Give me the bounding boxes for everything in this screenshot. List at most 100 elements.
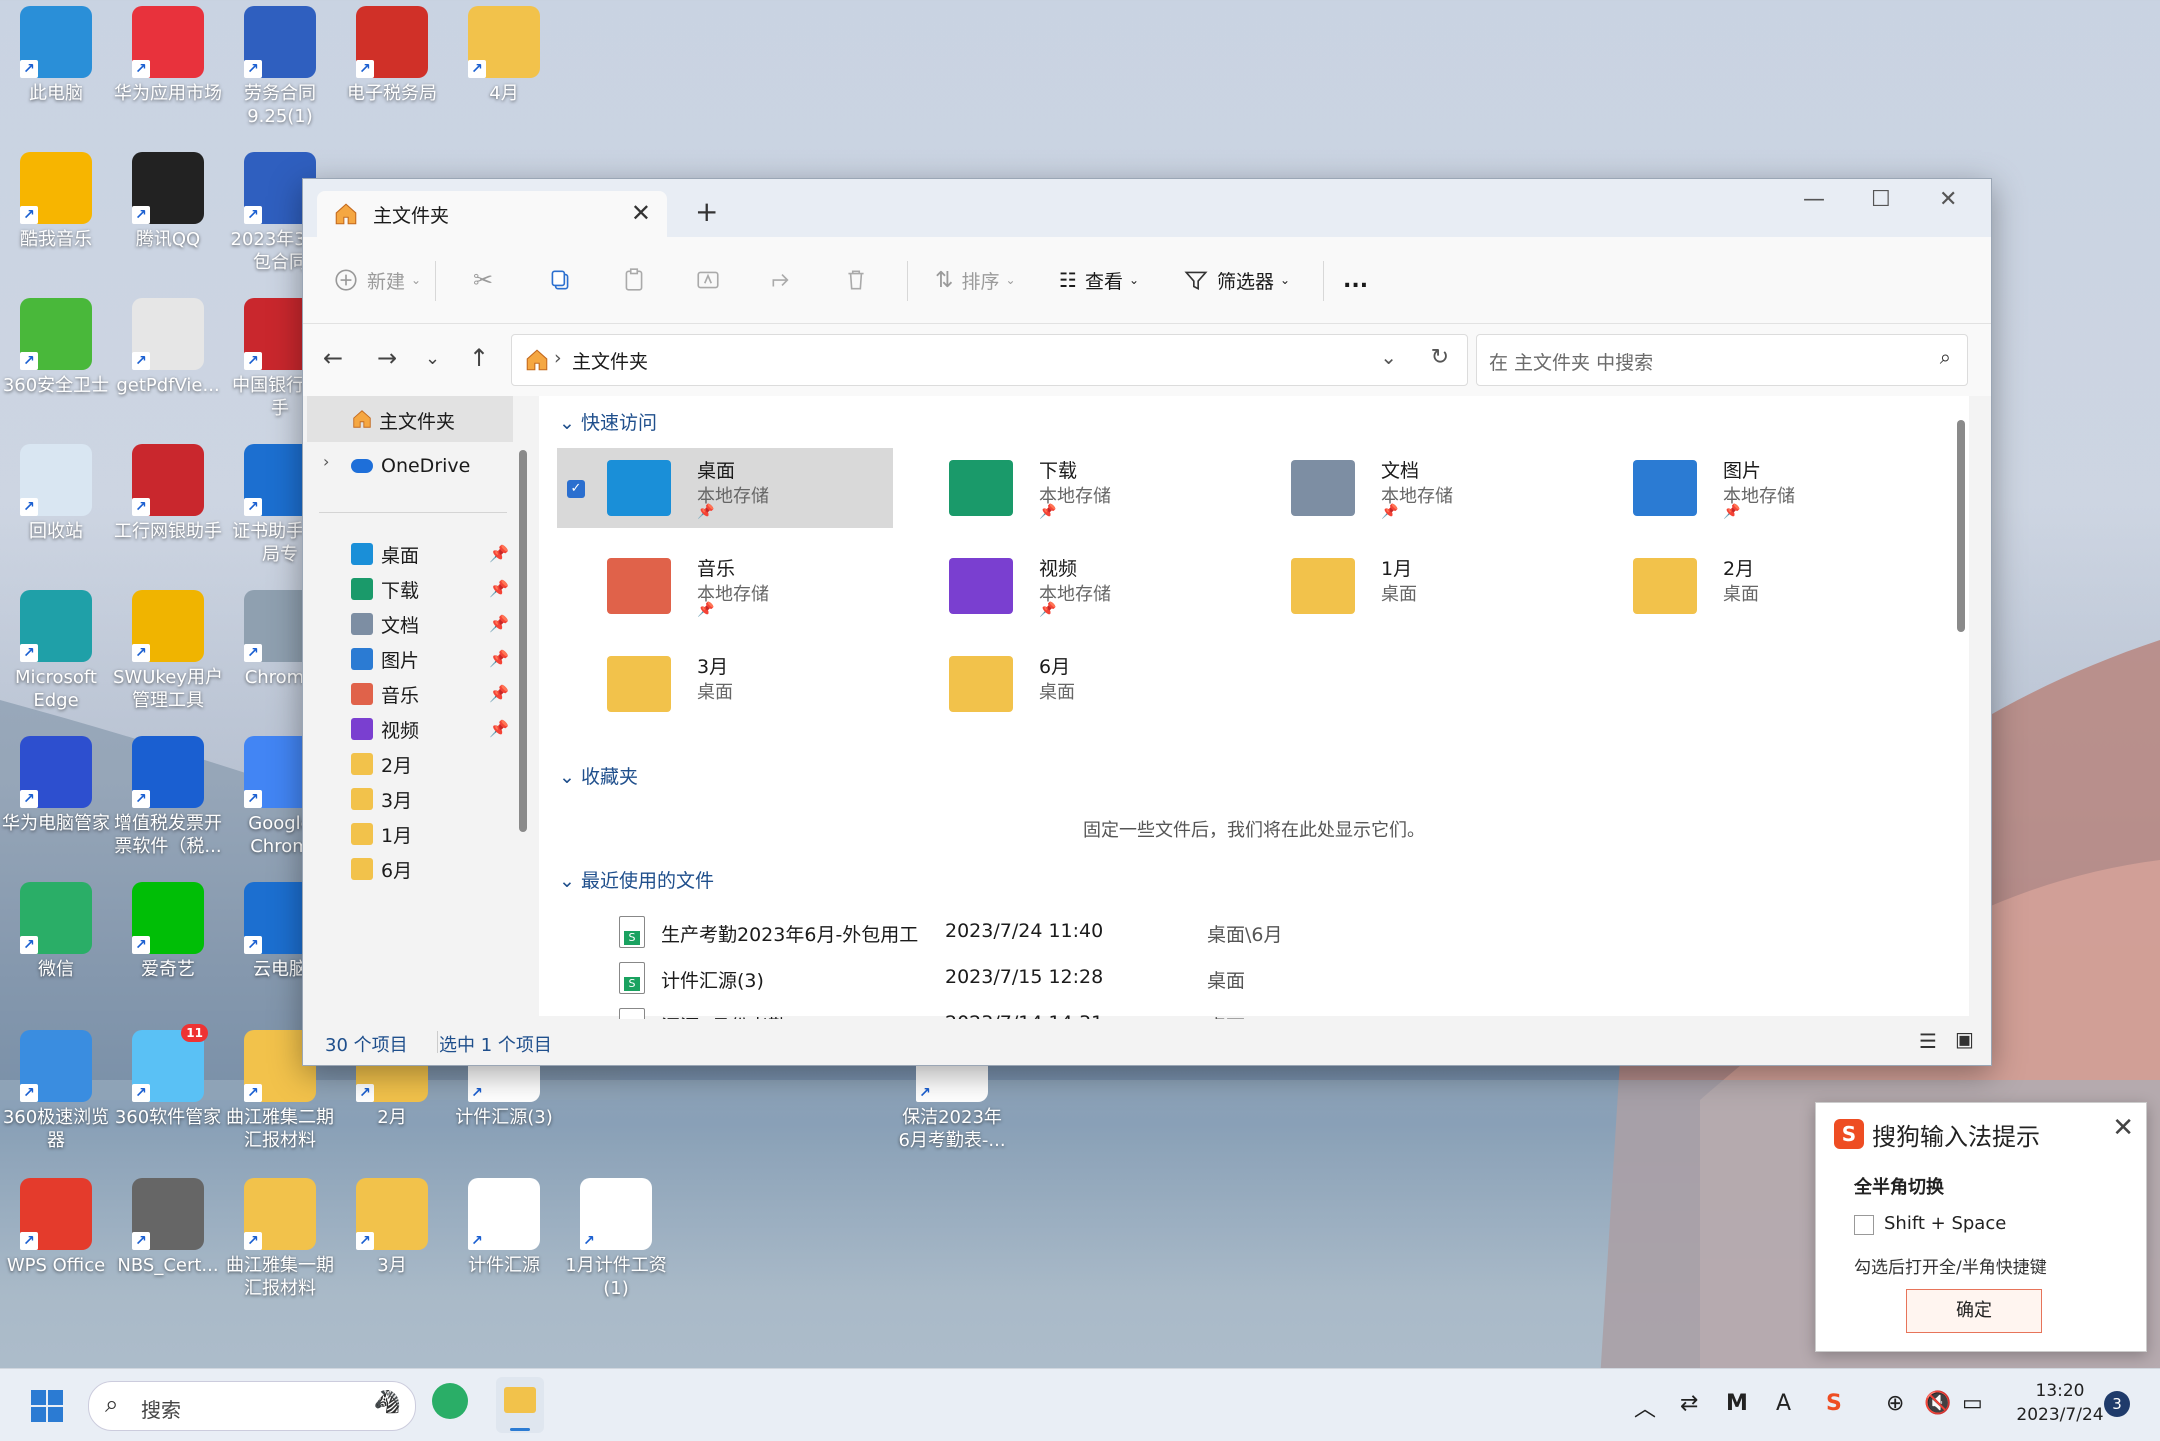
desktop-icon[interactable]: ↗ 电子税务局 — [336, 6, 448, 105]
file-explorer-window[interactable]: 主文件夹 ✕ + — ☐ ✕ 新建 ⌄ ✂ ⇅ 排序 ⌄ ☷ 查看 ⌄ 筛选器 … — [302, 178, 1992, 1066]
sogou-tray-icon[interactable]: S — [1826, 1391, 1842, 1416]
desktop-icon[interactable]: ↗ 11 360软件管家 — [112, 1024, 224, 1129]
sidebar-item-home[interactable]: 主文件夹 — [307, 396, 513, 442]
address-bar[interactable]: › 主文件夹 ⌄ ↻ — [511, 334, 1468, 386]
cut-button[interactable]: ✂ — [473, 263, 493, 297]
desktop-icon[interactable]: ↗ 计件汇源 — [448, 1178, 560, 1277]
share-button[interactable] — [769, 263, 795, 297]
desktop-icon[interactable]: ↗ 腾讯QQ — [112, 152, 224, 251]
delete-button[interactable] — [843, 263, 869, 297]
sidebar-item[interactable]: 1月 — [351, 814, 412, 854]
quick-access-item[interactable]: 视频 本地存储 📌 — [899, 546, 1235, 626]
close-icon[interactable]: ✕ — [2112, 1113, 2134, 1143]
desktop-icon[interactable]: ↗ 1月计件工资 (1) — [560, 1178, 672, 1300]
chevron-down-icon[interactable]: ⌄ — [1380, 345, 1397, 369]
sidebar-scrollbar[interactable] — [519, 450, 527, 832]
desktop-icon[interactable]: ↗ NBS_Cert... — [112, 1178, 224, 1277]
taskbar-search[interactable]: ⌕ 搜索 🦓 — [88, 1381, 416, 1431]
search-box[interactable]: 在 主文件夹 中搜索 ⌕ — [1476, 334, 1968, 386]
filter-button[interactable]: 筛选器 ⌄ — [1183, 263, 1290, 297]
quick-access-item[interactable]: 2月 桌面 — [1583, 546, 1919, 626]
start-button[interactable] — [30, 1389, 64, 1423]
file-explorer-taskbar-button[interactable] — [496, 1377, 544, 1433]
close-tab-icon[interactable]: ✕ — [631, 199, 651, 227]
chevron-up-icon[interactable]: ︿ — [1634, 1391, 1656, 1423]
sidebar-item[interactable]: 3月 — [351, 779, 412, 819]
desktop-icon[interactable]: ↗ 增值税发票开 票软件（税... — [112, 736, 224, 858]
desktop-icon[interactable]: ↗ 回收站 — [0, 444, 112, 543]
desktop-icon[interactable]: ↗ 工行网银助手 — [112, 444, 224, 543]
view-button[interactable]: ☷ 查看 ⌄ — [1059, 263, 1139, 297]
desktop-icon[interactable]: ↗ 华为应用市场 — [112, 6, 224, 105]
sidebar-item[interactable]: 视频 — [351, 709, 419, 749]
quick-access-item[interactable]: 1月 桌面 — [1241, 546, 1577, 626]
rename-button[interactable] — [695, 263, 721, 297]
sidebar-item[interactable]: 下载 — [351, 569, 419, 609]
forward-button[interactable]: → — [377, 344, 397, 372]
desktop-icon[interactable]: ↗ 曲江雅集一期 汇报材料 — [224, 1178, 336, 1300]
quick-access-header[interactable]: ⌄ 快速访问 — [559, 408, 657, 435]
recent-file-row[interactable]: 计件汇源(3) 2023/7/15 12:28 桌面 — [619, 960, 1919, 996]
quick-access-item[interactable]: 音乐 本地存储 📌 — [557, 546, 893, 626]
sidebar-item[interactable]: 桌面 — [351, 534, 419, 574]
tiles-view-icon[interactable]: ▣ — [1955, 1027, 1974, 1051]
desktop-icon[interactable]: ↗ 酷我音乐 — [0, 152, 112, 251]
sidebar-item-onedrive[interactable]: OneDrive — [351, 446, 470, 486]
quick-access-item[interactable]: 下载 本地存储 📌 — [899, 448, 1235, 528]
ok-button[interactable]: 确定 — [1906, 1289, 2042, 1333]
sidebar-item[interactable]: 6月 — [351, 849, 412, 889]
new-tab-button[interactable]: + — [695, 195, 718, 228]
desktop-icon[interactable]: ↗ 360极速浏览 器 — [0, 1030, 112, 1152]
sidebar-item[interactable]: 图片 — [351, 639, 419, 679]
paste-button[interactable] — [621, 263, 647, 297]
desktop-icon[interactable]: ↗ 爱奇艺 — [112, 882, 224, 981]
favorites-header[interactable]: ⌄ 收藏夹 — [559, 762, 638, 789]
back-button[interactable]: ← — [323, 344, 343, 372]
huawei-manager-tray-icon[interactable]: M — [1726, 1391, 1748, 1416]
recent-locations-button[interactable]: ⌄ — [425, 348, 440, 369]
chevron-right-icon[interactable]: › — [323, 452, 329, 471]
title-bar[interactable]: 主文件夹 ✕ + — ☐ ✕ — [303, 179, 1991, 237]
up-button[interactable]: ↑ — [469, 344, 489, 372]
speaker-muted-icon[interactable]: 🔇 — [1924, 1391, 1951, 1416]
globe-icon[interactable]: ⊕ — [1886, 1391, 1904, 1416]
more-button[interactable]: ... — [1343, 263, 1368, 297]
minimize-button[interactable]: — — [1803, 187, 1825, 212]
new-button[interactable]: 新建 ⌄ — [333, 263, 421, 297]
sidebar-item[interactable]: 音乐 — [351, 674, 419, 714]
pen-ime-icon[interactable]: A — [1776, 1391, 1791, 1416]
selection-checkbox[interactable]: ✓ — [567, 480, 585, 498]
desktop-icon[interactable]: ↗ getPdfVie... — [112, 298, 224, 397]
sort-button[interactable]: ⇅ 排序 ⌄ — [935, 263, 1016, 297]
breadcrumb-home[interactable]: 主文件夹 — [572, 347, 648, 374]
quick-access-item[interactable]: 3月 桌面 — [557, 644, 893, 724]
desktop-icon[interactable]: ↗ SWUkey用户 管理工具 — [112, 590, 224, 712]
notification-badge[interactable]: 3 — [2104, 1391, 2130, 1417]
content-scrollbar[interactable] — [1957, 420, 1965, 632]
desktop-icon[interactable]: ↗ WPS Office — [0, 1178, 112, 1277]
shortcut-checkbox[interactable] — [1854, 1215, 1874, 1235]
recent-file-row[interactable]: 生产考勤2023年6月-外包用工 2023/7/24 11:40 桌面\6月 — [619, 914, 1919, 950]
desktop-icon[interactable]: ↗ 360安全卫士 — [0, 298, 112, 397]
tab-home[interactable]: 主文件夹 ✕ — [317, 191, 667, 237]
sidebar-item[interactable]: 文档 — [351, 604, 419, 644]
details-view-icon[interactable]: ☰ — [1919, 1029, 1937, 1053]
desktop-icon[interactable]: ↗ 微信 — [0, 882, 112, 981]
quick-access-item[interactable]: ✓ 桌面 本地存储 📌 — [557, 448, 893, 528]
quick-access-item[interactable]: 6月 桌面 — [899, 644, 1235, 724]
desktop-icon[interactable]: ↗ 华为电脑管家 — [0, 736, 112, 835]
close-window-button[interactable]: ✕ — [1939, 187, 1957, 212]
desktop-icon[interactable]: ↗ 此电脑 — [0, 6, 112, 105]
desktop-icon[interactable]: ↗ 劳务合同 9.25(1) — [224, 6, 336, 128]
maximize-button[interactable]: ☐ — [1871, 187, 1891, 212]
desktop-icon[interactable]: ↗ 3月 — [336, 1178, 448, 1277]
quick-access-item[interactable]: 文档 本地存储 📌 — [1241, 448, 1577, 528]
wechat-taskbar-icon[interactable] — [432, 1383, 468, 1419]
copy-button[interactable] — [547, 263, 573, 297]
sidebar-item[interactable]: 2月 — [351, 744, 412, 784]
refresh-icon[interactable]: ↻ — [1431, 345, 1449, 370]
battery-icon[interactable]: ▭ — [1962, 1391, 1983, 1416]
clock[interactable]: 13:20 2023/7/24 — [2000, 1379, 2120, 1427]
desktop-icon[interactable]: ↗ Microsoft Edge — [0, 590, 112, 712]
quick-access-item[interactable]: 图片 本地存储 📌 — [1583, 448, 1919, 528]
